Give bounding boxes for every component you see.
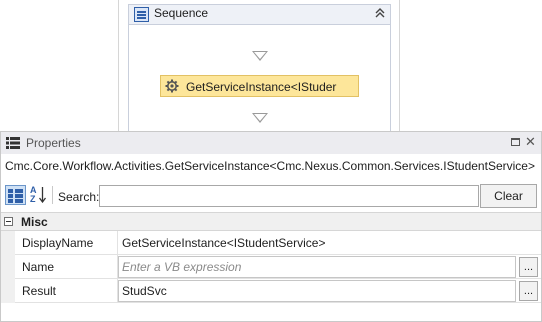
row-gutter — [1, 255, 15, 279]
drop-target-arrow-top[interactable] — [252, 51, 268, 61]
name-expression-field[interactable] — [118, 256, 516, 278]
sort-letter-z: Z — [30, 194, 36, 204]
drop-target-arrow-bottom[interactable] — [252, 113, 268, 123]
restore-window-icon[interactable] — [511, 138, 520, 146]
close-icon[interactable]: ✕ — [525, 134, 536, 150]
activity-label: GetServiceInstance<IStuder — [186, 80, 337, 94]
clear-button[interactable]: Clear — [480, 184, 537, 208]
property-name: DisplayName — [22, 236, 94, 250]
result-ellipsis-button[interactable]: ... — [519, 281, 538, 301]
double-chevron-up-icon[interactable] — [374, 7, 386, 23]
properties-panel: Properties ✕ Cmc.Core.Workflow.Activitie… — [0, 131, 542, 322]
gear-icon — [165, 79, 179, 93]
row-gutter — [1, 231, 15, 255]
selected-object-type: Cmc.Core.Workflow.Activities.GetServiceI… — [5, 159, 535, 173]
property-name: Result — [22, 284, 57, 298]
category-row-misc[interactable]: Misc — [1, 212, 541, 231]
property-row-displayname: DisplayName GetServiceInstance<IStudentS… — [1, 231, 541, 255]
sequence-title: Sequence — [154, 6, 209, 20]
workflow-designer: Sequence GetServiceInstance<IStuder — [0, 0, 542, 131]
row-gutter — [1, 279, 15, 303]
categorized-icon[interactable] — [5, 185, 26, 205]
property-row-name: Name ... — [1, 255, 541, 279]
name-ellipsis-button[interactable]: ... — [519, 257, 538, 277]
result-expression-field[interactable] — [118, 280, 516, 302]
property-grid: Misc DisplayName GetServiceInstance<IStu… — [1, 212, 541, 322]
properties-icon — [6, 137, 20, 149]
properties-title: Properties — [26, 136, 81, 150]
row-border — [15, 302, 541, 303]
category-label: Misc — [21, 215, 48, 229]
column-divider — [117, 231, 118, 255]
search-label: Search: — [58, 190, 100, 204]
properties-title-bar: Properties ✕ — [1, 132, 541, 154]
sort-alphabetical-icon[interactable]: A Z — [29, 185, 48, 205]
sequence-icon — [134, 7, 149, 22]
property-name: Name — [22, 260, 55, 274]
property-value[interactable]: GetServiceInstance<IStudentService> — [122, 236, 325, 250]
get-service-instance-activity[interactable]: GetServiceInstance<IStuder — [160, 75, 359, 97]
properties-toolbar: A Z Search: Clear — [1, 182, 541, 210]
search-input[interactable] — [99, 185, 479, 207]
collapse-category-icon[interactable] — [4, 217, 13, 226]
property-row-result: Result ... — [1, 279, 541, 303]
toolbar-separator — [52, 186, 53, 204]
